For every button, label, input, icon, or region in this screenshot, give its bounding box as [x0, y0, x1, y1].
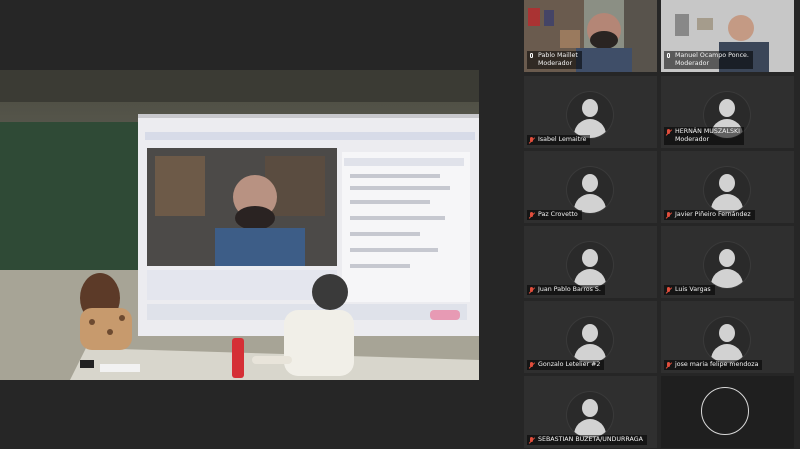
participant-name-tag: SEBASTIAN BUZETA/UNDURRAGA — [527, 435, 647, 445]
participant-tile-video[interactable]: Pablo Maillet Moderador — [524, 0, 657, 72]
avatar-placeholder-icon — [704, 242, 750, 288]
participant-name-tag: HERNÁN MUSZALSKI Moderador — [664, 127, 744, 145]
participant-name: SEBASTIAN BUZETA/UNDURRAGA — [538, 436, 643, 443]
participant-name-tag: Pablo Maillet Moderador — [527, 51, 582, 69]
microphone-muted-icon — [666, 287, 672, 294]
room-camera-image — [0, 70, 479, 380]
microphone-muted-icon — [666, 129, 672, 136]
participant-name-tag: Manuel Ocampo Ponce. Moderador — [664, 51, 753, 69]
participant-name: Pablo Maillet — [538, 52, 578, 59]
microphone-muted-icon — [529, 137, 535, 144]
microphone-muted-icon — [529, 437, 535, 444]
participant-name: Manuel Ocampo Ponce. — [675, 52, 749, 59]
avatar-placeholder-icon — [567, 167, 613, 213]
participant-name-tag: Luis Vargas — [664, 285, 715, 295]
participant-tile[interactable]: Gonzalo Letelier #2 — [524, 301, 657, 373]
participant-tile[interactable]: Luis Vargas — [661, 226, 794, 298]
avatar-placeholder-icon — [567, 92, 613, 138]
participant-name-tag: Gonzalo Letelier #2 — [527, 360, 605, 370]
participant-name: Luis Vargas — [675, 286, 711, 293]
participant-role: Moderador — [675, 60, 710, 67]
participant-role: Moderador — [538, 60, 573, 67]
participant-name: Javier Piñeiro Fernández — [675, 211, 751, 218]
participant-name: Paz Crovetto — [538, 211, 578, 218]
microphone-muted-icon — [529, 212, 535, 219]
participant-tile[interactable]: Javier Piñeiro Fernández — [661, 151, 794, 223]
avatar-placeholder-icon — [567, 317, 613, 363]
participant-tile-video[interactable]: Manuel Ocampo Ponce. Moderador — [661, 0, 794, 72]
participant-name-tag: jose maria felipe mendoza — [664, 360, 763, 370]
microphone-muted-icon — [666, 362, 672, 369]
participant-tile[interactable]: jose maria felipe mendoza — [661, 301, 794, 373]
participant-name: Juan Pablo Barros S. — [538, 286, 601, 293]
participant-name-tag: Isabel Lemaitre — [527, 135, 591, 145]
empty-participant-slot — [661, 376, 794, 448]
microphone-icon — [529, 53, 535, 60]
participant-tile[interactable]: Juan Pablo Barros S. — [524, 226, 657, 298]
avatar-placeholder-icon — [567, 392, 613, 438]
avatar-placeholder-icon — [567, 242, 613, 288]
microphone-muted-icon — [529, 287, 535, 294]
participant-name: Isabel Lemaitre — [538, 136, 587, 143]
participant-name: jose maria felipe mendoza — [675, 361, 759, 368]
microphone-muted-icon — [666, 212, 672, 219]
participant-role: Moderador — [675, 136, 710, 143]
participant-tile[interactable]: SEBASTIAN BUZETA/UNDURRAGA — [524, 376, 657, 448]
participant-tile[interactable]: Isabel Lemaitre — [524, 76, 657, 148]
participant-name: Gonzalo Letelier #2 — [538, 361, 601, 368]
participant-name-tag: Juan Pablo Barros S. — [527, 285, 605, 295]
microphone-muted-icon — [529, 362, 535, 369]
avatar-placeholder-icon — [704, 167, 750, 213]
participant-tile[interactable]: HERNÁN MUSZALSKI Moderador — [661, 76, 794, 148]
participant-name: HERNÁN MUSZALSKI — [675, 128, 740, 135]
participant-tile[interactable]: Paz Crovetto — [524, 151, 657, 223]
avatar-placeholder-icon — [704, 317, 750, 363]
microphone-icon — [666, 53, 672, 60]
participant-name-tag: Paz Crovetto — [527, 210, 582, 220]
main-video-feed[interactable] — [0, 70, 479, 380]
participant-name-tag: Javier Piñeiro Fernández — [664, 210, 755, 220]
empty-avatar-ring-icon — [701, 387, 749, 435]
